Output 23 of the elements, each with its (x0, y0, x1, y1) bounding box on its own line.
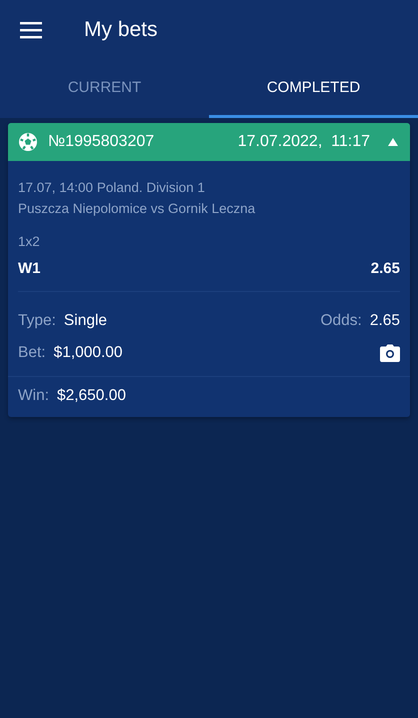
event-info: 17.07, 14:00 Poland. Division 1 (18, 179, 206, 197)
win-amount: $2,650.00 (57, 387, 126, 405)
outcome-name: W1 (18, 260, 40, 277)
bet-label: Bet: (18, 344, 46, 362)
match-teams: Puszcza Niepolomice vs Gornik Leczna (18, 200, 256, 218)
bet-datetime: 17.07.2022, 11:17 (238, 133, 370, 151)
tab[interactable]: COMPLETED (209, 60, 418, 118)
bet-card-header[interactable]: №1995803207 17.07.2022, 11:17 (8, 123, 410, 161)
total-odds: 2.65 (370, 312, 400, 330)
camera-icon[interactable] (380, 344, 400, 362)
menu-icon[interactable] (20, 21, 44, 39)
win-label: Win: (18, 387, 49, 405)
soccer-ball-icon (18, 132, 38, 152)
type-label: Type: (18, 312, 56, 330)
bet-number: №1995803207 (48, 133, 154, 151)
page-title: My bets (84, 18, 158, 42)
bet-type: Single (64, 312, 108, 330)
caret-up-icon[interactable] (386, 136, 400, 148)
odds-label: Odds: (320, 312, 362, 330)
bet-amount: $1,000.00 (54, 344, 123, 362)
outcome-odds: 2.65 (370, 260, 400, 277)
tab[interactable]: CURRENT (0, 60, 209, 118)
market-name: 1x2 (18, 233, 41, 251)
